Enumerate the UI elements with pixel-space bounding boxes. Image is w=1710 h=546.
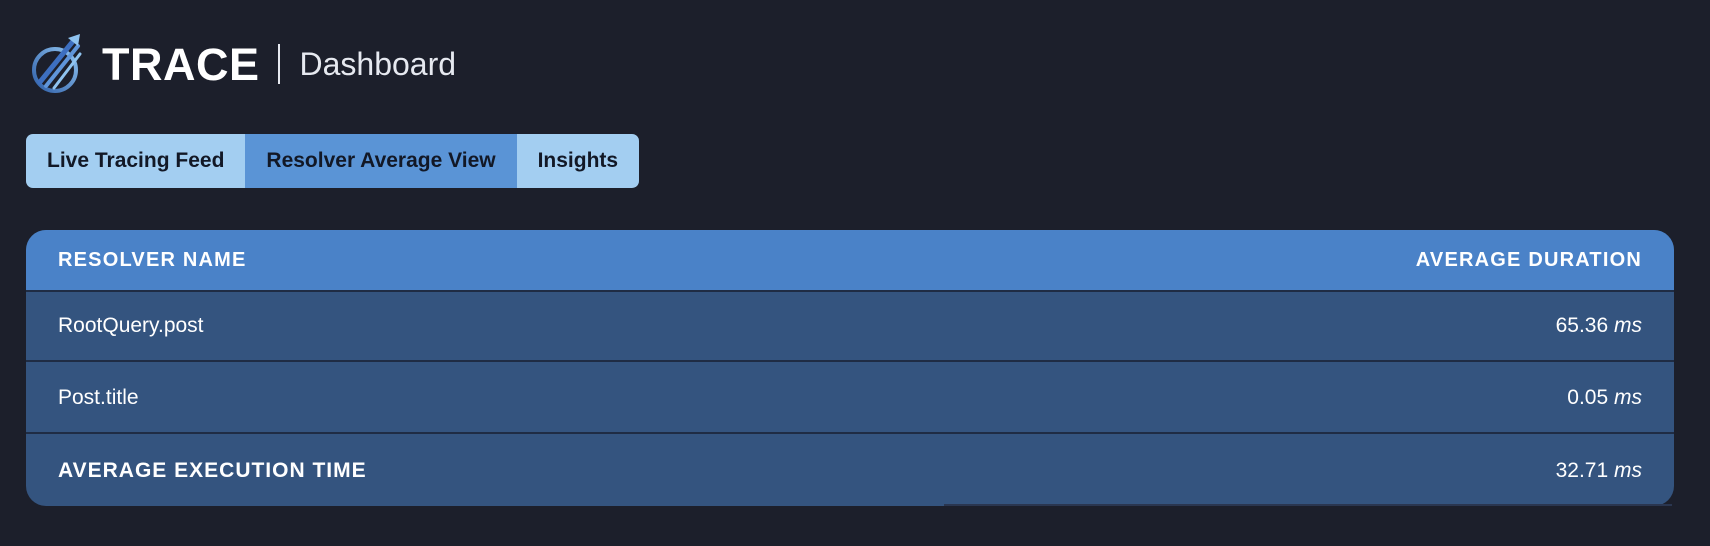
resolver-name-cell: Post.title — [58, 386, 139, 409]
column-header-resolver-name: RESOLVER NAME — [58, 248, 247, 271]
tab-insights[interactable]: Insights — [516, 134, 640, 188]
table-row: RootQuery.post 65.36 ms — [26, 292, 1674, 362]
page-subtitle: Dashboard — [299, 46, 457, 82]
table-bottom-rule — [944, 504, 1672, 506]
execution-time-value: 32.71 — [1555, 459, 1609, 482]
tab-resolver-average-view[interactable]: Resolver Average View — [245, 134, 517, 188]
average-execution-time-label: AVERAGE EXECUTION TIME — [58, 459, 367, 482]
duration-unit: ms — [1614, 314, 1642, 337]
resolver-name-cell: RootQuery.post — [58, 314, 204, 337]
tab-live-tracing-feed[interactable]: Live Tracing Feed — [26, 134, 246, 188]
column-header-average-duration: AVERAGE DURATION — [1415, 248, 1642, 271]
table-header-row: RESOLVER NAME AVERAGE DURATION — [26, 230, 1674, 292]
duration-value: 65.36 — [1555, 314, 1609, 337]
average-execution-time-row: AVERAGE EXECUTION TIME 32.71 ms — [26, 436, 1674, 506]
duration-value: 0.05 — [1567, 386, 1609, 409]
table-row: Post.title 0.05 ms — [26, 364, 1674, 434]
header-divider — [277, 44, 280, 84]
average-duration-cell: 65.36 ms — [1556, 314, 1642, 338]
average-duration-cell: 0.05 ms — [1567, 386, 1642, 410]
execution-time-unit: ms — [1614, 459, 1642, 482]
brand-name: TRACE — [102, 38, 260, 90]
resolver-average-table: RESOLVER NAME AVERAGE DURATION RootQuery… — [26, 230, 1674, 506]
trace-logo-icon — [32, 34, 82, 93]
view-tabs: Live Tracing Feed Resolver Average View … — [26, 134, 640, 188]
app-header: TRACE Dashboard — [30, 32, 456, 96]
duration-unit: ms — [1614, 386, 1642, 409]
average-execution-time-cell: 32.71 ms — [1556, 459, 1642, 483]
